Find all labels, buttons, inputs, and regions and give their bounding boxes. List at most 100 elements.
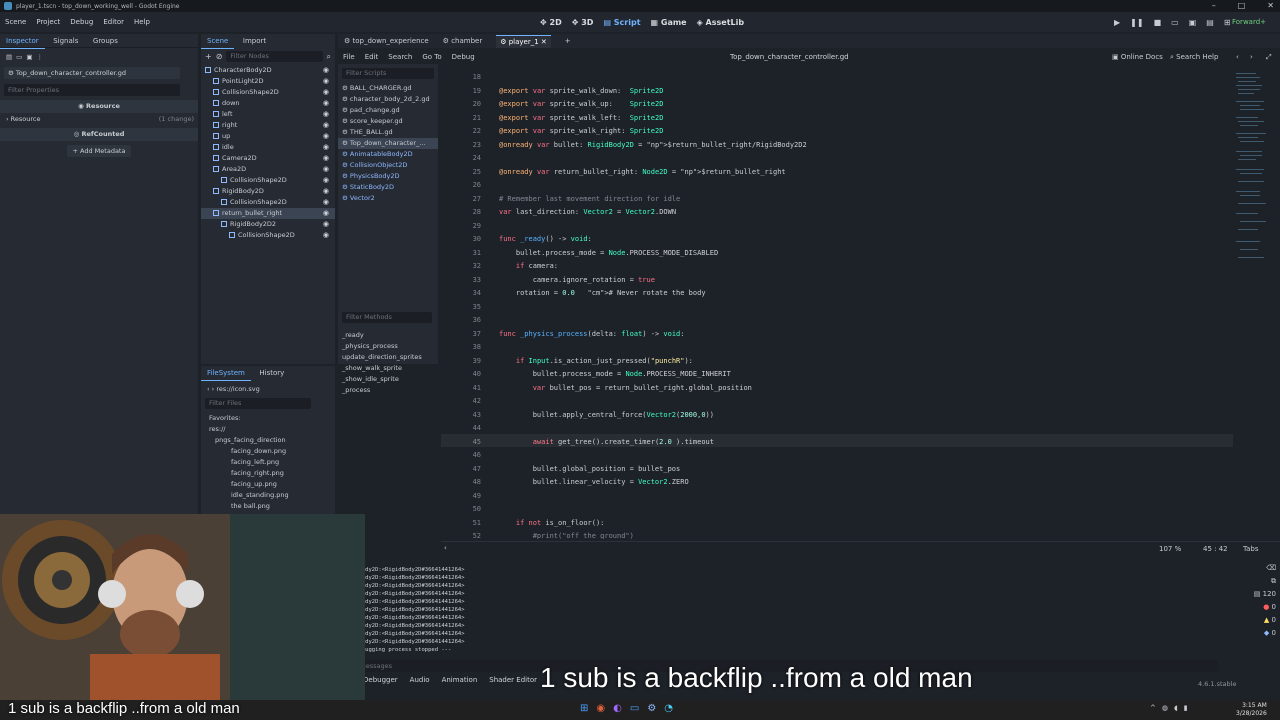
visibility-eye-icon[interactable]: ◉ xyxy=(323,208,329,219)
resource-row[interactable]: › Resource (1 change) xyxy=(0,113,198,126)
scene-node[interactable]: CharacterBody2D ◉ xyxy=(201,65,335,76)
files-icon[interactable]: ▭ xyxy=(630,703,639,714)
code-line[interactable]: 39 if Input.is_action_just_pressed("punc… xyxy=(441,355,1233,369)
custom-icon[interactable]: ⊞ xyxy=(1224,18,1231,27)
script-menu-search[interactable]: Search xyxy=(383,53,417,61)
renderer-select[interactable]: Forward+ xyxy=(1232,12,1266,32)
distraction-free-icon[interactable]: ⤢ xyxy=(1266,53,1272,62)
visibility-eye-icon[interactable]: ◉ xyxy=(323,230,329,241)
code-editor[interactable]: 18 19 @export var sprite_walk_down: Sprite… xyxy=(441,71,1233,539)
code-line[interactable]: 28 var last_direction: Vector2 = Vector2.… xyxy=(441,206,1233,220)
filesystem-item[interactable]: facing_down.png xyxy=(201,446,335,457)
code-line[interactable]: 24 xyxy=(441,152,1233,166)
tab-inspector[interactable]: Inspector xyxy=(0,34,45,49)
scene-tab-player[interactable]: ⚙ player_1 ✕ xyxy=(496,34,551,48)
edge-icon[interactable]: ◔ xyxy=(664,703,673,714)
script-list-item[interactable]: ⚙ Top_down_character_... xyxy=(338,138,438,149)
visibility-eye-icon[interactable]: ◉ xyxy=(323,219,329,230)
visibility-eye-icon[interactable]: ◉ xyxy=(323,186,329,197)
filter-properties-input[interactable]: Filter Properties xyxy=(4,84,180,96)
code-line[interactable]: 26 xyxy=(441,179,1233,193)
script-menu-edit[interactable]: Edit xyxy=(360,53,384,61)
method-list-item[interactable]: _physics_process xyxy=(338,341,438,352)
tab-shader-editor[interactable]: Shader Editor xyxy=(489,676,537,684)
filesystem-item[interactable]: res:// xyxy=(201,424,335,435)
scene-node[interactable]: CollisionShape2D ◉ xyxy=(201,197,335,208)
warning-count[interactable]: ▲ 0 xyxy=(1242,614,1276,627)
visibility-eye-icon[interactable]: ◉ xyxy=(323,142,329,153)
code-line[interactable]: 34 rotation = 0.0 "cm"># Never rotate th… xyxy=(441,287,1233,301)
code-line[interactable]: 43 bullet.apply_central_force(Vector2(20… xyxy=(441,409,1233,423)
info-count[interactable]: ◆ 0 xyxy=(1242,627,1276,640)
tab-groups[interactable]: Groups xyxy=(87,34,124,48)
code-line[interactable]: 48 bullet.linear_velocity = Vector2.ZERO xyxy=(441,476,1233,490)
script-list-item[interactable]: ⚙ Vector2 xyxy=(338,193,438,204)
scene-node[interactable]: Area2D ◉ xyxy=(201,164,335,175)
code-line[interactable]: 27 # Remember last movement direction for… xyxy=(441,193,1233,207)
script-menu-debug[interactable]: Debug xyxy=(447,53,480,61)
code-line[interactable]: 49 xyxy=(441,490,1233,504)
code-minimap[interactable] xyxy=(1236,71,1272,271)
maximize-button[interactable]: □ xyxy=(1238,0,1246,12)
filter-files-input[interactable]: Filter Files xyxy=(205,398,311,409)
remote-icon[interactable]: ▭ xyxy=(1171,18,1179,27)
workspace-assetlib[interactable]: ◈ AssetLib xyxy=(697,18,744,27)
scene-node[interactable]: down ◉ xyxy=(201,98,335,109)
browser-icon[interactable]: ◉ xyxy=(596,703,605,714)
scene-node[interactable]: up ◉ xyxy=(201,131,335,142)
copy-output-icon[interactable]: ⧉ xyxy=(1242,575,1276,588)
code-line[interactable]: 25 @onready var return_bullet_right: Node… xyxy=(441,166,1233,180)
inspected-object[interactable]: ⚙ Top_down_character_controller.gd xyxy=(4,67,180,79)
online-docs-button[interactable]: ▣ Online Docs xyxy=(1112,53,1163,61)
script-menu-goto[interactable]: Go To xyxy=(417,53,446,61)
battery-icon[interactable]: ▮ xyxy=(1184,704,1188,712)
workspace-3d[interactable]: ✥ 3D xyxy=(572,18,594,27)
scene-node[interactable]: CollisionShape2D ◉ xyxy=(201,230,335,241)
method-list-item[interactable]: update_direction_sprites xyxy=(338,352,438,363)
code-line[interactable]: 29 xyxy=(441,220,1233,234)
tab-filesystem[interactable]: FileSystem xyxy=(201,366,251,381)
discord-icon[interactable]: ◐ xyxy=(613,703,622,714)
filter-icon[interactable]: ⌕ xyxy=(327,52,331,62)
code-line[interactable]: 51 if not is_on_floor(): xyxy=(441,517,1233,531)
code-line[interactable]: 21 @export var sprite_walk_left: Sprite2D xyxy=(441,112,1233,126)
code-line[interactable]: 19 @export var sprite_walk_down: Sprite2D xyxy=(441,85,1233,99)
add-scene-tab-icon[interactable]: + xyxy=(565,37,571,45)
code-line[interactable]: 52 #print("off the ground") xyxy=(441,530,1233,539)
filter-nodes-input[interactable]: Filter Nodes xyxy=(226,51,323,62)
save-icon[interactable]: ▣ xyxy=(26,52,32,63)
tab-debugger[interactable]: Debugger xyxy=(363,676,398,684)
visibility-eye-icon[interactable]: ◉ xyxy=(323,175,329,186)
code-line[interactable]: 38 xyxy=(441,341,1233,355)
menu-debug[interactable]: Debug xyxy=(65,18,98,26)
nav-forward-icon[interactable]: › xyxy=(1250,53,1253,61)
filter-scripts-input[interactable]: Filter Scripts xyxy=(342,68,434,79)
code-line[interactable]: 20 @export var sprite_walk_up: Sprite2D xyxy=(441,98,1233,112)
method-list-item[interactable]: _show_idle_sprite xyxy=(338,374,438,385)
nav-back-icon[interactable]: ‹ xyxy=(1236,53,1239,61)
add-metadata-button[interactable]: + Add Metadata xyxy=(67,145,131,157)
visibility-eye-icon[interactable]: ◉ xyxy=(323,109,329,120)
code-line[interactable]: 22 @export var sprite_walk_right: Sprite2… xyxy=(441,125,1233,139)
code-line[interactable]: 36 xyxy=(441,314,1233,328)
code-line[interactable]: 40 bullet.process_mode = Node.PROCESS_MO… xyxy=(441,368,1233,382)
open-icon[interactable]: ▭ xyxy=(16,52,22,63)
method-list-item[interactable]: _process xyxy=(338,385,438,396)
scene-node[interactable]: CollisionShape2D ◉ xyxy=(201,87,335,98)
script-list-item[interactable]: ⚙ StaticBody2D xyxy=(338,182,438,193)
workspace-script[interactable]: ▤ Script xyxy=(603,18,640,27)
movie-icon[interactable]: ▣ xyxy=(1189,18,1197,27)
script-list-item[interactable]: ⚙ AnimatableBody2D xyxy=(338,149,438,160)
visibility-eye-icon[interactable]: ◉ xyxy=(323,164,329,175)
scene-node[interactable]: return_bullet_right ◉ xyxy=(201,208,335,219)
scene-node[interactable]: PointLight2D ◉ xyxy=(201,76,335,87)
code-line[interactable]: 47 bullet.global_position = bullet_pos xyxy=(441,463,1233,477)
tab-import[interactable]: Import xyxy=(237,34,272,48)
message-count[interactable]: ▤ 120 xyxy=(1242,588,1276,601)
menu-editor[interactable]: Editor xyxy=(98,18,129,26)
tab-scene[interactable]: Scene xyxy=(201,34,235,49)
menu-project[interactable]: Project xyxy=(31,18,65,26)
volume-icon[interactable]: ◖ xyxy=(1174,704,1178,712)
add-node-icon[interactable]: + xyxy=(205,52,212,61)
code-line[interactable]: 23 @onready var bullet: RigidBody2D = "np… xyxy=(441,139,1233,153)
